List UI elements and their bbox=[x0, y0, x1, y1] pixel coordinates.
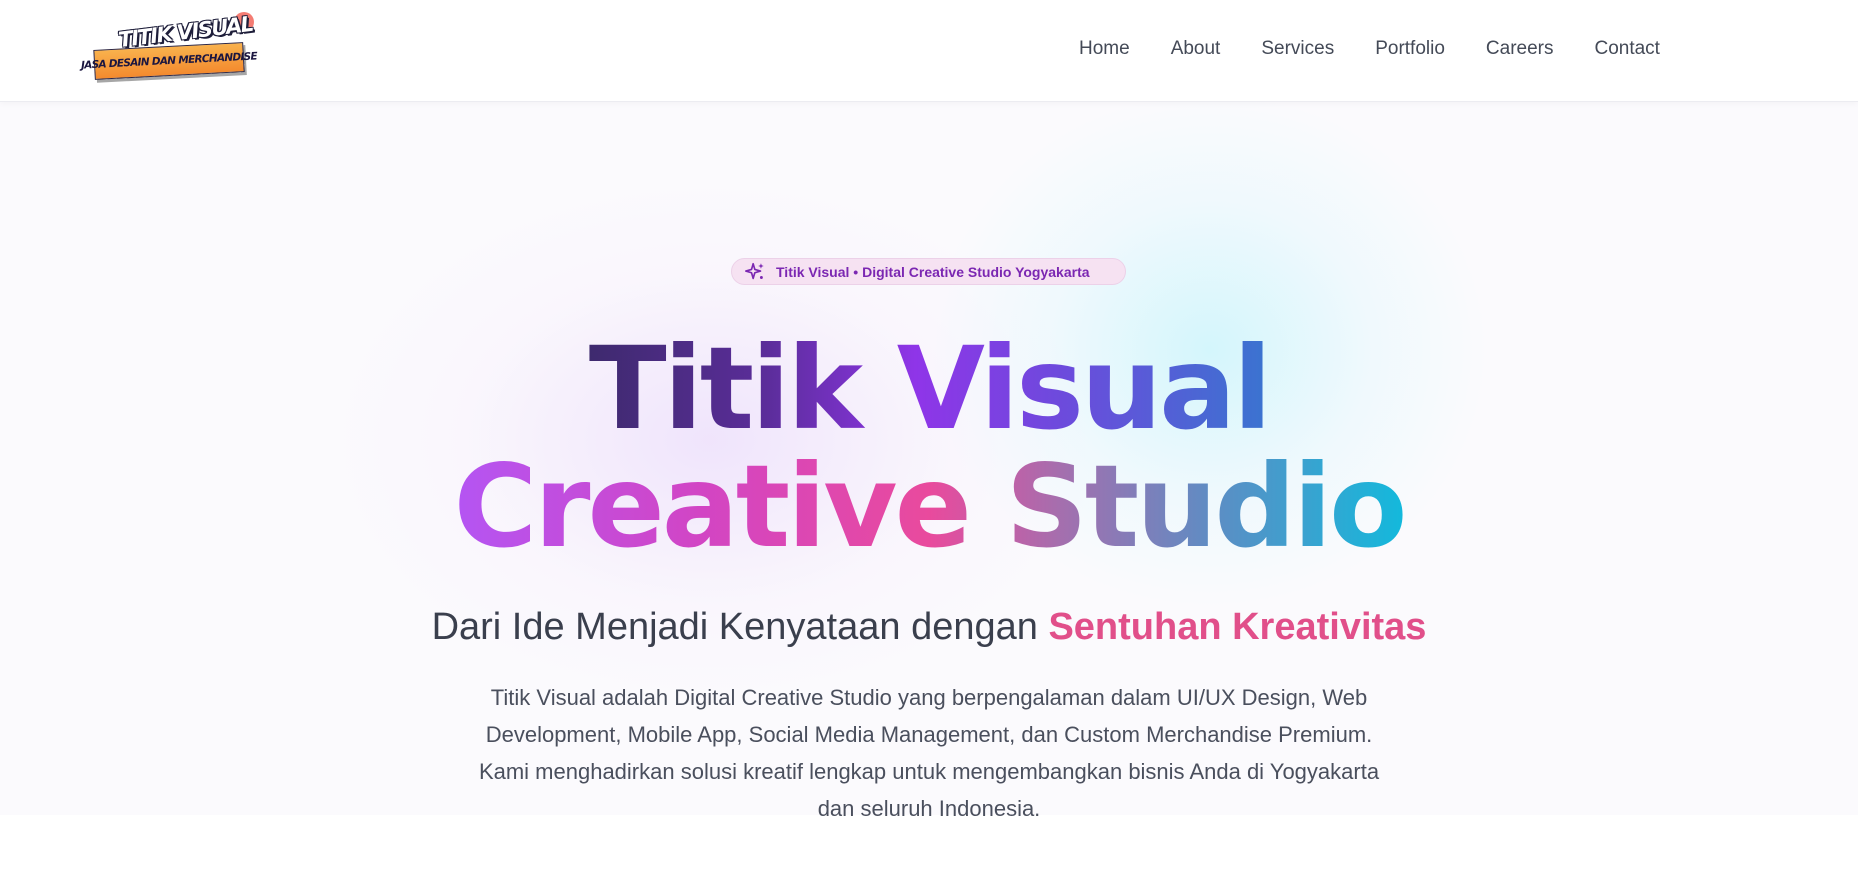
logo-banner: JASA DESAIN DAN MERCHANDISE bbox=[81, 42, 257, 80]
site-logo[interactable]: TITIK VISUAL JASA DESAIN DAN MERCHANDISE bbox=[81, 12, 258, 84]
nav-link-portfolio[interactable]: Portfolio bbox=[1375, 37, 1445, 61]
nav-link-about[interactable]: About bbox=[1171, 37, 1221, 61]
hero-badge: Titik Visual • Digital Creative Studio Y… bbox=[731, 258, 1126, 285]
hero-title-line-1: Titik Visual bbox=[0, 329, 1858, 449]
nav-link-home[interactable]: Home bbox=[1079, 37, 1130, 61]
hero-badge-text: Titik Visual • Digital Creative Studio Y… bbox=[776, 263, 1090, 280]
sparkles-icon bbox=[745, 262, 764, 279]
hero-title-line-2-text: Creative Studio bbox=[453, 440, 1405, 573]
hero-title-line-1-text: Titik Visual bbox=[588, 322, 1270, 455]
hero-tagline-prefix: Dari Ide Menjadi Kenyataan dengan bbox=[431, 606, 1038, 648]
nav-link-services[interactable]: Services bbox=[1261, 37, 1334, 61]
site-header: TITIK VISUAL JASA DESAIN DAN MERCHANDISE… bbox=[0, 0, 1858, 102]
nav-link-careers[interactable]: Careers bbox=[1486, 37, 1554, 61]
nav-link-contact[interactable]: Contact bbox=[1594, 37, 1659, 61]
main-nav: Home About Services Portfolio Careers Co… bbox=[1079, 37, 1660, 61]
hero-description: Titik Visual adalah Digital Creative Stu… bbox=[478, 685, 1380, 821]
hero-tagline-highlight: Sentuhan Kreativitas bbox=[1048, 606, 1427, 648]
hero-title-line-2: Creative Studio bbox=[0, 447, 1858, 567]
logo-subtitle: JASA DESAIN DAN MERCHANDISE bbox=[80, 50, 258, 72]
hero-tagline: Dari Ide Menjadi Kenyataan dengan Sentuh… bbox=[0, 604, 1858, 650]
